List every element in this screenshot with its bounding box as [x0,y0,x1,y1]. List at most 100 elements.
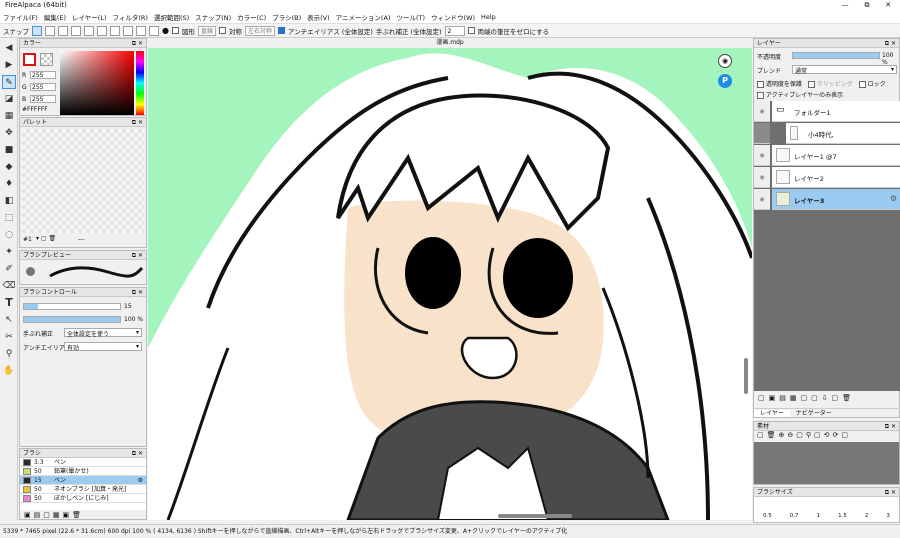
saturation-value-picker[interactable] [60,51,134,115]
fill-rect-tool-icon[interactable]: ■ [2,143,16,157]
menu-color[interactable]: カラー(C) [234,12,269,22]
eyedropper-tool-icon[interactable]: ⚲ [2,347,16,361]
eye-icon[interactable]: ◉ [754,189,770,210]
maximize-button[interactable]: ⧉ [858,0,876,11]
hex-value[interactable]: #FFFFFF [22,106,48,113]
menu-animation[interactable]: アニメーション(A) [333,12,394,22]
eye-icon[interactable]: ◉ [754,101,770,122]
symmetry-select[interactable]: 左右対称 [245,25,276,36]
antialias-checkbox[interactable] [278,27,286,34]
stabilizer-select[interactable]: 全体設定を使う ▾ [64,328,142,338]
close-button[interactable]: ✕ [879,0,897,11]
menu-edit[interactable]: 編集(E) [41,12,69,22]
snap-radial-icon[interactable] [84,25,94,36]
layer-item-4th-grade[interactable]: 小4時代, [786,123,900,144]
layer-opacity-value[interactable]: 100 % [882,52,899,66]
panel-close-icon[interactable]: ⧉ ✕ [132,288,143,297]
brush-item[interactable]: 3.3 ペン [20,458,146,467]
eye-icon[interactable]: ◉ [754,145,770,166]
move-tool-icon[interactable]: ✥ [2,126,16,140]
brush-size-option[interactable]: 1.5 [838,513,847,522]
layer-actions[interactable]: ▢▣▤▦▢▢⇩▢🗑 [758,394,855,402]
opacity-slider[interactable] [23,316,121,323]
layer-item-layer3-selected[interactable]: レイヤー3 ⚙ [772,189,900,210]
brush-item[interactable]: 50 ネオンブラシ [加算・発光] [20,485,146,494]
antialias-select[interactable]: 有効 ▾ [64,342,142,352]
horizontal-scrollbar[interactable] [498,514,572,518]
snap-circle-icon[interactable] [97,25,107,36]
divide-tool-icon[interactable]: ✂ [2,330,16,344]
brush-tool-icon[interactable]: ✎ [2,75,16,89]
gear-icon[interactable]: ⚙ [138,476,143,484]
shape-checkbox[interactable] [171,27,179,34]
size-value[interactable]: 15 [124,303,132,310]
dot-tool-icon[interactable]: ▦ [2,109,16,123]
menu-window[interactable]: ウィンドウ(W) [428,12,478,22]
select-pen-tool-icon[interactable]: ✐ [2,262,16,276]
blend-select[interactable]: 通常 ▾ [792,65,897,75]
brush-size-option[interactable]: 3 [886,513,890,522]
brush-item-selected[interactable]: 15 ペン ⚙ [20,476,146,485]
active-only-checkbox[interactable] [757,92,764,99]
snap-cross-icon[interactable] [58,25,68,36]
snap-grid-icon[interactable] [136,25,146,36]
menu-file[interactable]: ファイル(F) [0,12,41,22]
secondary-color-swatch[interactable] [40,53,53,66]
panel-close-icon[interactable]: ⧉ ✕ [885,422,896,431]
material-area[interactable] [754,442,899,484]
snap-curve-icon[interactable] [110,25,120,36]
panel-close-icon[interactable]: ⧉ ✕ [132,251,143,260]
menu-filter[interactable]: フィルタ(R) [110,12,151,22]
protect-alpha-checkbox[interactable] [757,81,764,88]
vertical-scrollbar[interactable] [744,358,748,394]
lock-checkbox[interactable] [858,81,866,88]
brush-list-actions[interactable]: ▣▤▢▦▣🗑 [24,511,84,519]
menu-select[interactable]: 選択範囲(S) [151,12,192,22]
menu-layer[interactable]: レイヤー(L) [69,12,110,22]
text-tool-icon[interactable]: T [2,296,16,310]
snap-off-icon[interactable] [32,25,42,36]
hand-tool-icon[interactable]: ✋ [2,364,16,378]
select-eraser-tool-icon[interactable]: ⌫ [2,279,16,293]
canvas[interactable]: ◉ P [148,48,752,520]
clipping-checkbox[interactable] [807,81,815,88]
pixiv-icon[interactable]: P [718,74,732,88]
layer-item-folder1[interactable]: ▭ フォルダー1 [772,101,900,122]
material-toolbar[interactable]: ▢🗑⊕⊖▢⚲▢⟲⟳▢ [754,431,899,442]
eraser-tool-icon[interactable]: ◪ [2,92,16,106]
gear-icon[interactable]: ⚙ [890,194,897,203]
palette-swatches[interactable] [22,129,144,233]
menu-tools[interactable]: ツール(T) [393,12,428,22]
stabilizer-select[interactable]: 2 [444,25,465,36]
panel-close-icon[interactable]: ⧉ ✕ [132,118,143,127]
panel-close-icon[interactable]: ⧉ ✕ [885,39,896,48]
snap-settings-icon[interactable] [149,25,159,36]
opacity-value[interactable]: 100 % [124,316,143,323]
lasso-tool-icon[interactable]: ◌ [2,228,16,242]
operation-tool-icon[interactable]: ↖ [2,313,16,327]
select-tool-icon[interactable]: ⬚ [2,211,16,225]
palette-add-icon[interactable]: ▾ ▢ 🗑 [36,235,56,242]
brush-size-option[interactable]: 2 [865,513,869,522]
menu-help[interactable]: Help [478,13,499,21]
menu-brush[interactable]: ブラシ(B) [269,12,304,22]
tab-layers[interactable]: レイヤー [754,410,790,417]
bucket-tool-icon[interactable]: ♦ [2,177,16,191]
menu-snap[interactable]: スナップ(N) [192,12,234,22]
eye-icon[interactable]: ◉ [754,123,770,144]
gradient-tool-icon[interactable]: ◧ [2,194,16,208]
canvas-tab[interactable]: 漫画.mdp [148,38,752,48]
layer-item-layer1[interactable]: レイヤー1 @7 [772,145,900,166]
g-input[interactable]: 255 [30,83,56,91]
panel-close-icon[interactable]: ⧉ ✕ [885,488,896,497]
brush-item[interactable]: 50 鉛筆(暈かせ) [20,467,146,476]
menu-view[interactable]: 表示(V) [304,12,333,22]
collapse-left-icon[interactable]: ◀ [2,41,16,55]
size-slider[interactable] [23,303,121,310]
eye-icon[interactable]: ◉ [754,167,770,188]
minimize-button[interactable]: — [836,0,854,11]
brush-size-option[interactable]: 1 [817,513,821,522]
palette-set-select[interactable]: #1 [23,236,32,243]
avatar-icon[interactable]: ◉ [718,54,732,68]
snap-3d-icon[interactable] [123,25,133,36]
